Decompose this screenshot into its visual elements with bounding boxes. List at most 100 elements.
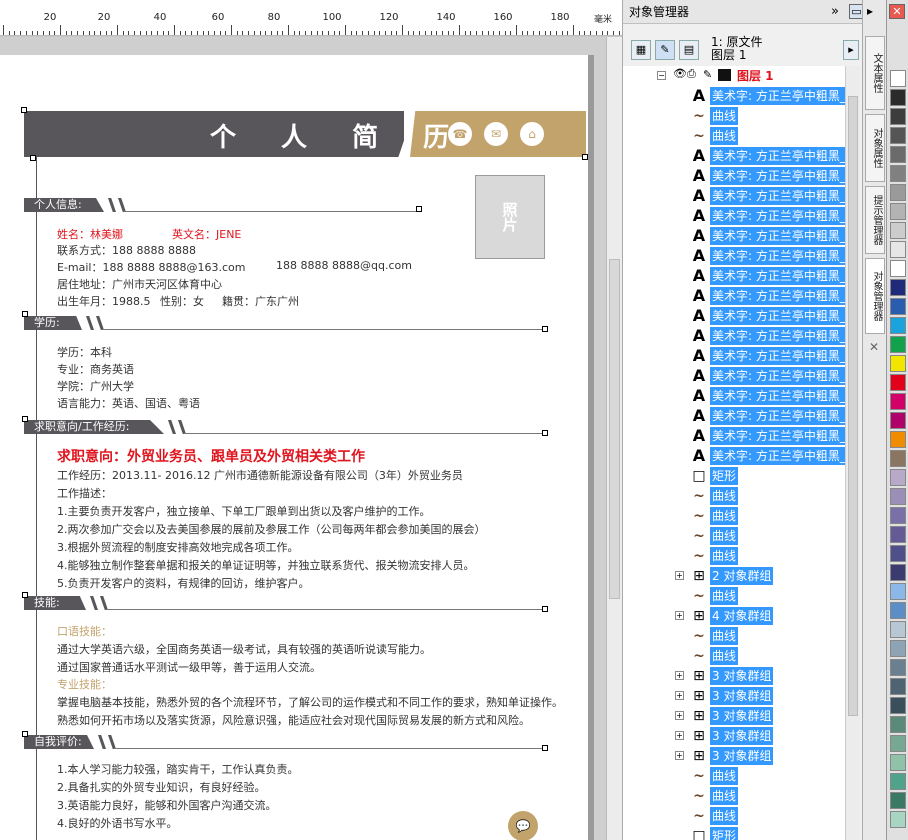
- photo-placeholder[interactable]: 照片: [475, 175, 545, 259]
- object-row[interactable]: + ⊞ 4 对象群组: [623, 606, 845, 626]
- qq-email-text[interactable]: 188 8888 8888@qq.com: [276, 259, 412, 272]
- object-label[interactable]: 美术字: 方正兰亭中粗黑_: [710, 367, 845, 385]
- skill-pro[interactable]: 熟悉如何开拓市场以及落实货源，风险意识强，能适应社会对现代国际贸易发展的新方式和…: [57, 712, 530, 728]
- birth-text[interactable]: 出生年月：1988.5: [57, 293, 151, 309]
- object-row[interactable]: + ⊞ 3 对象群组: [623, 666, 845, 686]
- object-row[interactable]: A 美术字: 方正兰亭中粗黑_: [623, 426, 845, 446]
- color-swatch[interactable]: [890, 70, 906, 87]
- object-row[interactable]: ~ 曲线: [623, 486, 845, 506]
- expand-group-icon[interactable]: +: [675, 731, 684, 740]
- gender-text[interactable]: 性别：女: [160, 293, 204, 309]
- object-label[interactable]: 美术字: 方正兰亭中粗黑_: [710, 427, 845, 445]
- object-label[interactable]: 曲线: [710, 807, 739, 825]
- color-swatch[interactable]: [890, 488, 906, 505]
- expand-group-icon[interactable]: +: [675, 751, 684, 760]
- layer-row[interactable]: − 👁 ⎙ ✎ 图层 1: [623, 66, 845, 86]
- canvas-vertical-scrollbar[interactable]: [606, 37, 622, 840]
- color-swatch[interactable]: [890, 564, 906, 581]
- pin-icon[interactable]: ▸: [867, 4, 873, 18]
- page[interactable]: 个 人 简 历 ☎ ✉ ⌂ 照片 个人信息: 姓名：林美娜 英文名：JENE 联…: [0, 55, 588, 840]
- color-swatch[interactable]: [890, 393, 906, 410]
- selection-handle[interactable]: [22, 592, 28, 598]
- object-label[interactable]: 3 对象群组: [710, 707, 774, 725]
- object-row[interactable]: A 美术字: 方正兰亭中粗黑_: [623, 326, 845, 346]
- object-row[interactable]: + ⊞ 3 对象群组: [623, 726, 845, 746]
- object-label[interactable]: 美术字: 方正兰亭中粗黑_: [710, 147, 845, 165]
- selection-handle[interactable]: [22, 311, 28, 317]
- color-swatch[interactable]: [890, 260, 906, 277]
- object-label[interactable]: 3 对象群组: [710, 667, 774, 685]
- color-swatch[interactable]: [890, 735, 906, 752]
- skill-lang[interactable]: 通过国家普通话水平测试一级甲等，善于运用人交流。: [57, 659, 321, 675]
- tab-object-properties[interactable]: 对象属性: [865, 114, 885, 182]
- english-name-text[interactable]: 英文名：JENE: [172, 226, 241, 242]
- object-row[interactable]: ~ 曲线: [623, 786, 845, 806]
- color-swatch[interactable]: [890, 754, 906, 771]
- phone-icon[interactable]: ☎: [448, 122, 472, 146]
- object-label[interactable]: 美术字: 方正兰亭中粗黑_: [710, 327, 845, 345]
- object-row[interactable]: □ 矩形: [623, 826, 845, 840]
- object-label[interactable]: 3 对象群组: [710, 727, 774, 745]
- object-row[interactable]: □ 矩形: [623, 466, 845, 486]
- color-swatch[interactable]: [890, 659, 906, 676]
- object-row[interactable]: ~ 曲线: [623, 506, 845, 526]
- skill-pro-head[interactable]: 专业技能：: [57, 676, 112, 692]
- color-swatch[interactable]: [890, 431, 906, 448]
- object-row[interactable]: A 美术字: 方正兰亭中粗黑_: [623, 406, 845, 426]
- job-item[interactable]: 2.两次参加广交会以及去美国参展的展前及参展工作（公司每两年都会参加美国的展会）: [57, 521, 486, 537]
- object-row[interactable]: A 美术字: 方正兰亭中粗黑_: [623, 366, 845, 386]
- job-desc-head[interactable]: 工作描述：: [57, 485, 112, 501]
- object-label[interactable]: 曲线: [710, 767, 739, 785]
- object-label[interactable]: 曲线: [710, 547, 739, 565]
- object-row[interactable]: ~ 曲线: [623, 586, 845, 606]
- object-label[interactable]: 曲线: [710, 107, 739, 125]
- object-row[interactable]: A 美术字: 方正兰亭中粗黑_: [623, 306, 845, 326]
- color-swatch[interactable]: [890, 222, 906, 239]
- object-row[interactable]: ~ 曲线: [623, 526, 845, 546]
- skill-lang-head[interactable]: 口语技能：: [57, 623, 112, 639]
- object-label[interactable]: 美术字: 方正兰亭中粗黑_: [710, 167, 845, 185]
- resume-title[interactable]: 个 人 简 历: [210, 117, 467, 154]
- selection-handle[interactable]: [416, 206, 422, 212]
- color-swatch[interactable]: [890, 545, 906, 562]
- color-swatch[interactable]: [890, 773, 906, 790]
- object-label[interactable]: 曲线: [710, 587, 739, 605]
- eval-item[interactable]: 1.本人学习能力较强，踏实肯干，工作认真负责。: [57, 761, 299, 777]
- object-label[interactable]: 3 对象群组: [710, 747, 774, 765]
- object-label[interactable]: 美术字: 方正兰亭中粗黑_: [710, 87, 845, 105]
- skill-lang[interactable]: 通过大学英语六级，全国商务英语一级考试，具有较强的英语听说读写能力。: [57, 641, 431, 657]
- color-swatch[interactable]: [890, 374, 906, 391]
- object-label[interactable]: 3 对象群组: [710, 687, 774, 705]
- object-row[interactable]: A 美术字: 方正兰亭中粗黑_: [623, 266, 845, 286]
- color-swatch[interactable]: [890, 469, 906, 486]
- object-label[interactable]: 曲线: [710, 647, 739, 665]
- color-swatch[interactable]: [890, 602, 906, 619]
- object-label[interactable]: 4 对象群组: [710, 607, 774, 625]
- object-row[interactable]: ~ 曲线: [623, 626, 845, 646]
- color-swatch[interactable]: [890, 697, 906, 714]
- expand-group-icon[interactable]: +: [675, 571, 684, 580]
- object-row[interactable]: A 美术字: 方正兰亭中粗黑_: [623, 166, 845, 186]
- layer-manager-icon[interactable]: ▤: [679, 40, 699, 60]
- object-tree[interactable]: − 👁 ⎙ ✎ 图层 1 A 美术字: 方正兰亭中粗黑_ ~ 曲线 ~ 曲线 A 美术字: 方…: [623, 66, 845, 840]
- color-swatch[interactable]: [890, 507, 906, 524]
- object-label[interactable]: 美术字: 方正兰亭中粗黑_: [710, 387, 845, 405]
- object-row[interactable]: A 美术字: 方正兰亭中粗黑_: [623, 346, 845, 366]
- scroll-thumb[interactable]: [848, 96, 858, 716]
- color-swatch[interactable]: [890, 241, 906, 258]
- origin-text[interactable]: 籍贯：广东广州: [222, 293, 299, 309]
- object-row[interactable]: A 美术字: 方正兰亭中粗黑_: [623, 246, 845, 266]
- selection-handle[interactable]: [21, 107, 27, 113]
- object-label[interactable]: 曲线: [710, 787, 739, 805]
- eval-item[interactable]: 3.英语能力良好，能够和外国客户沟通交流。: [57, 797, 277, 813]
- color-swatch[interactable]: [890, 412, 906, 429]
- object-row[interactable]: ~ 曲线: [623, 106, 845, 126]
- chat-icon[interactable]: 💬: [508, 811, 538, 840]
- job-item[interactable]: 3.根据外贸流程的制度安排高效地完成各项工作。: [57, 539, 299, 555]
- color-swatch[interactable]: [890, 716, 906, 733]
- object-row[interactable]: ~ 曲线: [623, 546, 845, 566]
- object-row[interactable]: + ⊞ 3 对象群组: [623, 686, 845, 706]
- expand-icon[interactable]: »: [831, 0, 839, 24]
- location-icon[interactable]: ⌂: [520, 122, 544, 146]
- close-icon[interactable]: ✕: [889, 4, 905, 19]
